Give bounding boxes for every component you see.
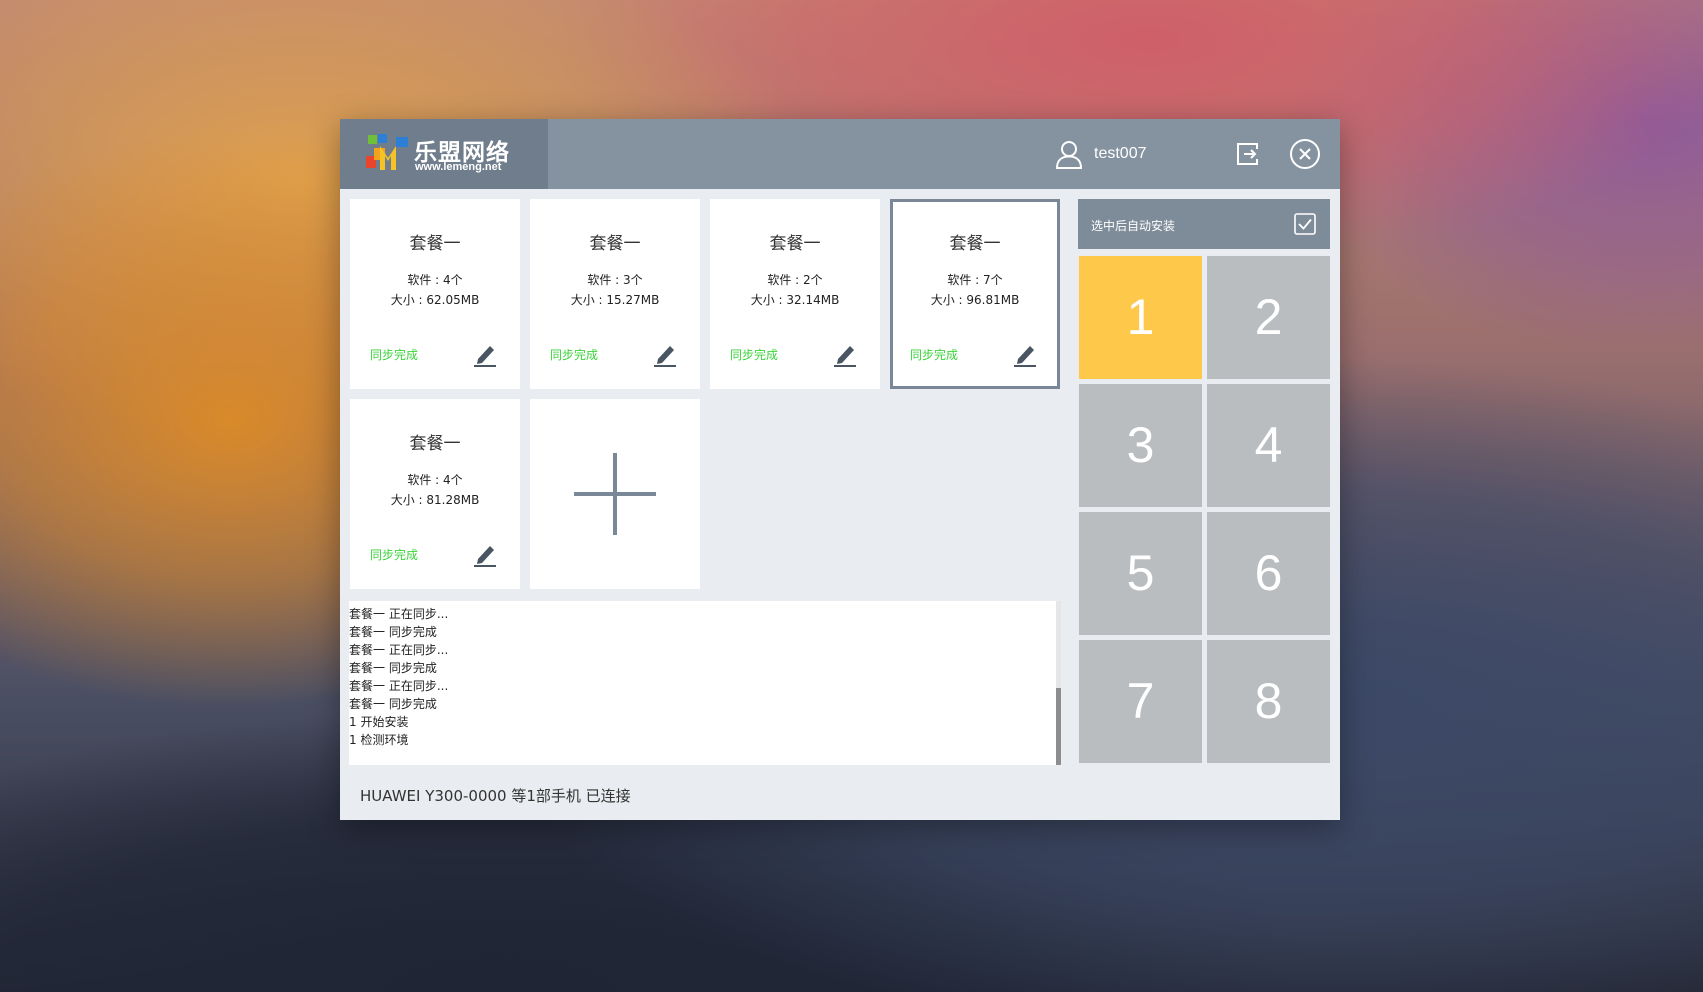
package-sync-status: 同步完成: [730, 348, 779, 362]
device-slot-7[interactable]: 7: [1079, 640, 1202, 763]
checkbox-checked-icon[interactable]: [1294, 213, 1316, 235]
device-slot-3[interactable]: 3: [1079, 384, 1202, 507]
connection-status: HUAWEI Y300-0000 等1部手机 已连接: [360, 787, 631, 805]
package-software-count: 软件 : 2个: [767, 273, 823, 287]
logout-icon[interactable]: [1235, 141, 1261, 167]
app-window: 乐盟网络 www.lemeng.net test007 套餐一 软件 : 4个 …: [340, 119, 1340, 820]
package-title: 套餐一: [949, 234, 1001, 254]
log-line: 套餐一 同步完成: [349, 625, 437, 639]
package-size: 大小 : 62.05MB: [390, 293, 480, 307]
package-size: 大小 : 96.81MB: [930, 293, 1020, 307]
package-sync-status: 同步完成: [550, 348, 599, 362]
logo-url: www.lemeng.net: [415, 161, 502, 173]
edit-icon[interactable]: [1012, 341, 1038, 367]
auto-install-toggle[interactable]: 选中后自动安装: [1078, 199, 1330, 249]
package-title: 套餐一: [589, 234, 641, 254]
package-card[interactable]: 套餐一 软件 : 2个 大小 : 32.14MB 同步完成: [710, 199, 880, 389]
package-card[interactable]: 套餐一 软件 : 4个 大小 : 81.28MB 同步完成: [350, 399, 520, 589]
package-sync-status: 同步完成: [910, 348, 959, 362]
package-card-selected[interactable]: 套餐一 软件 : 7个 大小 : 96.81MB 同步完成: [890, 199, 1060, 389]
package-sync-status: 同步完成: [370, 348, 419, 362]
package-software-count: 软件 : 4个: [407, 473, 463, 487]
add-package-button[interactable]: [530, 399, 700, 589]
plus-icon: [574, 453, 656, 535]
edit-icon[interactable]: [472, 541, 498, 567]
package-title: 套餐一: [769, 234, 821, 254]
edit-icon[interactable]: [832, 341, 858, 367]
log-scrollbar[interactable]: [1056, 601, 1061, 765]
package-software-count: 软件 : 4个: [407, 273, 463, 287]
package-title: 套餐一: [409, 434, 461, 454]
log-line: 套餐一 同步完成: [349, 661, 437, 675]
log-line: 套餐一 同步完成: [349, 697, 437, 711]
package-card[interactable]: 套餐一 软件 : 4个 大小 : 62.05MB 同步完成: [350, 199, 520, 389]
title-bar: 乐盟网络 www.lemeng.net test007: [340, 119, 1340, 189]
log-line: 套餐一 正在同步...: [349, 643, 449, 657]
package-software-count: 软件 : 3个: [587, 273, 643, 287]
auto-install-label: 选中后自动安装: [1091, 219, 1176, 233]
package-sync-status: 同步完成: [370, 548, 419, 562]
package-software-count: 软件 : 7个: [947, 273, 1003, 287]
log-scroll-thumb[interactable]: [1056, 688, 1061, 765]
edit-icon[interactable]: [652, 341, 678, 367]
username: test007: [1094, 145, 1147, 162]
package-size: 大小 : 32.14MB: [750, 293, 840, 307]
log-panel[interactable]: 套餐一 正在同步... 套餐一 同步完成 套餐一 正在同步... 套餐一 同步完…: [349, 601, 1061, 765]
device-slot-1[interactable]: 1: [1079, 256, 1202, 379]
package-card[interactable]: 套餐一 软件 : 3个 大小 : 15.27MB 同步完成: [530, 199, 700, 389]
user-icon: [1055, 141, 1083, 169]
logo-mark-icon: [366, 134, 408, 170]
package-size: 大小 : 15.27MB: [570, 293, 660, 307]
log-line: 1 开始安装: [349, 715, 409, 729]
package-title: 套餐一: [409, 234, 461, 254]
edit-icon[interactable]: [472, 341, 498, 367]
close-icon[interactable]: [1289, 138, 1321, 170]
device-slot-8[interactable]: 8: [1207, 640, 1330, 763]
device-slot-2[interactable]: 2: [1207, 256, 1330, 379]
package-size: 大小 : 81.28MB: [390, 493, 480, 507]
device-slot-4[interactable]: 4: [1207, 384, 1330, 507]
log-list: 套餐一 正在同步... 套餐一 同步完成 套餐一 正在同步... 套餐一 同步完…: [349, 605, 448, 749]
log-line: 套餐一 正在同步...: [349, 679, 449, 693]
log-line: 套餐一 正在同步...: [349, 607, 449, 621]
logo: 乐盟网络 www.lemeng.net: [340, 119, 548, 189]
device-slot-5[interactable]: 5: [1079, 512, 1202, 635]
device-slot-6[interactable]: 6: [1207, 512, 1330, 635]
log-line: 1 检测环境: [349, 733, 409, 747]
